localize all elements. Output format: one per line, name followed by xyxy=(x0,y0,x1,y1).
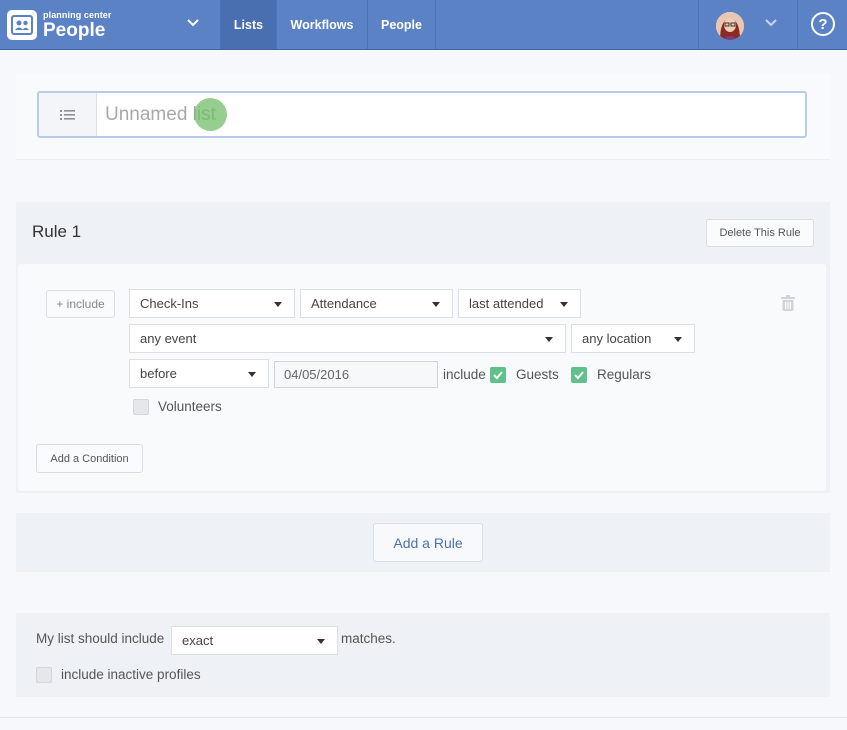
list-options-panel: My list should include exact matches. in… xyxy=(16,613,830,697)
caret-down-icon xyxy=(674,337,682,342)
add-rule-button[interactable]: Add a Rule xyxy=(373,523,483,562)
guests-checkbox[interactable] xyxy=(490,367,506,383)
caret-down-icon xyxy=(274,302,282,307)
regulars-checkbox[interactable] xyxy=(571,367,587,383)
delete-rule-button[interactable]: Delete This Rule xyxy=(706,219,814,247)
nav-divider xyxy=(698,0,699,49)
include-label: include xyxy=(443,367,486,382)
tab-people[interactable]: People xyxy=(367,0,435,49)
comparison-select-value: before xyxy=(140,366,177,381)
app-brand[interactable]: planning center People xyxy=(7,9,112,41)
people-logo-icon xyxy=(7,10,37,40)
brand-title: People xyxy=(43,19,106,41)
tab-workflows[interactable]: Workflows xyxy=(276,0,367,49)
match-type-select[interactable]: exact xyxy=(171,626,338,655)
pointer-highlight xyxy=(194,98,227,131)
list-name-field xyxy=(37,91,807,138)
volunteers-label: Volunteers xyxy=(158,399,222,414)
event-select[interactable]: any event xyxy=(129,324,566,353)
inactive-profiles-checkbox[interactable] xyxy=(36,667,52,683)
match-prefix-label: My list should include xyxy=(36,631,165,646)
caret-down-icon xyxy=(545,337,553,342)
rule-title: Rule 1 xyxy=(32,222,82,241)
top-nav-bar: planning center People Lists Workflows P… xyxy=(0,0,847,50)
checkmark-icon xyxy=(574,371,584,380)
brand-subtitle: planning center xyxy=(43,9,112,20)
metric-select-value: last attended xyxy=(469,296,544,311)
add-condition-button[interactable]: Add a Condition xyxy=(36,444,143,473)
inactive-profiles-label: include inactive profiles xyxy=(61,667,201,682)
match-suffix-label: matches. xyxy=(341,631,396,646)
nav-divider xyxy=(797,0,798,49)
include-toggle-button[interactable]: + include xyxy=(46,290,115,318)
event-select-value: any event xyxy=(140,331,197,346)
caret-down-icon xyxy=(317,639,325,644)
list-icon xyxy=(39,93,97,136)
footer-divider xyxy=(0,717,847,718)
tab-lists[interactable]: Lists xyxy=(220,0,276,49)
trash-icon[interactable] xyxy=(781,295,795,311)
caret-down-icon xyxy=(248,372,256,377)
type-select[interactable]: Attendance xyxy=(300,289,453,318)
regulars-label: Regulars xyxy=(597,367,652,382)
user-avatar[interactable] xyxy=(716,12,744,40)
date-input[interactable]: 04/05/2016 xyxy=(274,361,438,388)
condition-panel: + include Check-Ins Attendance last atte… xyxy=(18,264,826,491)
caret-down-icon xyxy=(432,302,440,307)
metric-select[interactable]: last attended xyxy=(458,289,581,318)
volunteers-checkbox[interactable] xyxy=(133,399,149,415)
app-switcher-chevron-down-icon[interactable] xyxy=(186,18,200,28)
help-icon[interactable]: ? xyxy=(811,12,835,36)
category-select[interactable]: Check-Ins xyxy=(129,289,295,318)
nav-divider xyxy=(435,0,436,49)
comparison-select[interactable]: before xyxy=(129,359,269,388)
account-menu-chevron-down-icon[interactable] xyxy=(764,18,778,28)
location-select-value: any location xyxy=(582,331,652,346)
type-select-value: Attendance xyxy=(311,296,377,311)
location-select[interactable]: any location xyxy=(571,324,695,353)
guests-label: Guests xyxy=(516,367,559,382)
caret-down-icon xyxy=(560,302,568,307)
list-name-card xyxy=(16,74,830,160)
category-select-value: Check-Ins xyxy=(140,296,199,311)
checkmark-icon xyxy=(493,371,503,380)
rule-card: Rule 1 Delete This Rule + include Check-… xyxy=(16,202,830,493)
match-type-value: exact xyxy=(182,633,214,648)
add-rule-panel: Add a Rule xyxy=(16,513,830,572)
